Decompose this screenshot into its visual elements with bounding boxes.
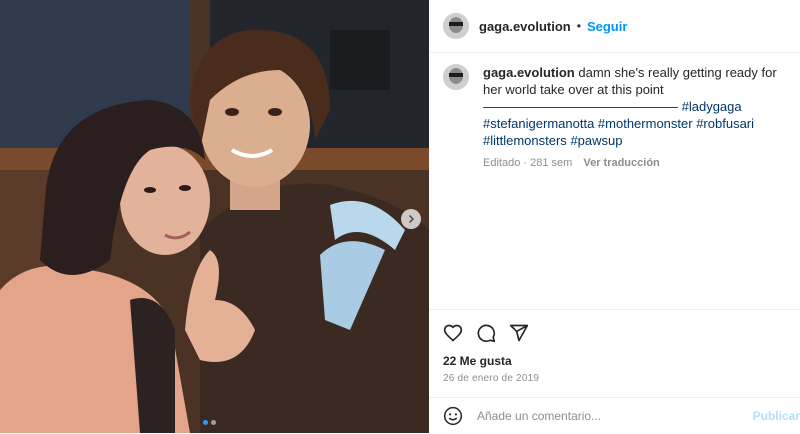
avatar[interactable] (443, 13, 469, 39)
post-header: gaga.evolution • Seguir (429, 0, 800, 53)
carousel-dots (203, 420, 216, 425)
avatar-image (443, 13, 469, 39)
caption-meta: Editado · 281 sem Ver traducción (483, 155, 793, 172)
caption-avatar[interactable] (443, 64, 469, 90)
share-button[interactable] (509, 323, 529, 343)
hashtag-link[interactable]: #ladygaga (682, 99, 742, 114)
chevron-right-icon (408, 214, 415, 224)
comment-icon (477, 324, 496, 343)
carousel-dot-active (203, 420, 208, 425)
caption: gaga.evolution damn she's really getting… (443, 64, 793, 172)
caption-username[interactable]: gaga.evolution (483, 65, 575, 80)
carousel-next-button[interactable] (401, 209, 421, 229)
post-side-panel: gaga.evolution • Seguir gaga.evolution d… (429, 0, 800, 433)
likes-count[interactable]: 22 Me gusta (443, 354, 512, 368)
comment-button[interactable] (476, 323, 496, 343)
avatar-image (443, 64, 469, 90)
send-icon (509, 324, 529, 342)
action-bar (429, 309, 800, 356)
caption-body: gaga.evolution damn she's really getting… (483, 64, 793, 172)
carousel-dot (211, 420, 216, 425)
follow-button[interactable]: Seguir (587, 19, 627, 34)
separator-bullet: • (576, 19, 581, 33)
hashtag-link[interactable]: #robfusari (696, 116, 754, 131)
smiley-icon (443, 406, 463, 426)
post-image (0, 0, 429, 433)
emoji-button[interactable] (443, 406, 463, 426)
hashtag-link[interactable]: #pawsup (570, 133, 622, 148)
photo-illustration (0, 0, 429, 433)
comment-bar: Publicar (429, 397, 800, 434)
hashtag-link[interactable]: #stefanigermanotta (483, 116, 594, 131)
hashtag-link[interactable]: #littlemonsters (483, 133, 567, 148)
like-button[interactable] (443, 323, 463, 343)
comment-input[interactable] (475, 408, 759, 424)
caption-separator: ——————————————— (483, 99, 678, 114)
heart-icon (443, 324, 463, 342)
header-username[interactable]: gaga.evolution (479, 19, 571, 34)
hashtag-link[interactable]: #mothermonster (598, 116, 693, 131)
edited-label: Editado · 281 sem (483, 157, 573, 169)
translate-link[interactable]: Ver traducción (583, 157, 659, 169)
post-date: 26 de enero de 2019 (443, 373, 540, 384)
post-comment-button[interactable]: Publicar (753, 409, 800, 423)
